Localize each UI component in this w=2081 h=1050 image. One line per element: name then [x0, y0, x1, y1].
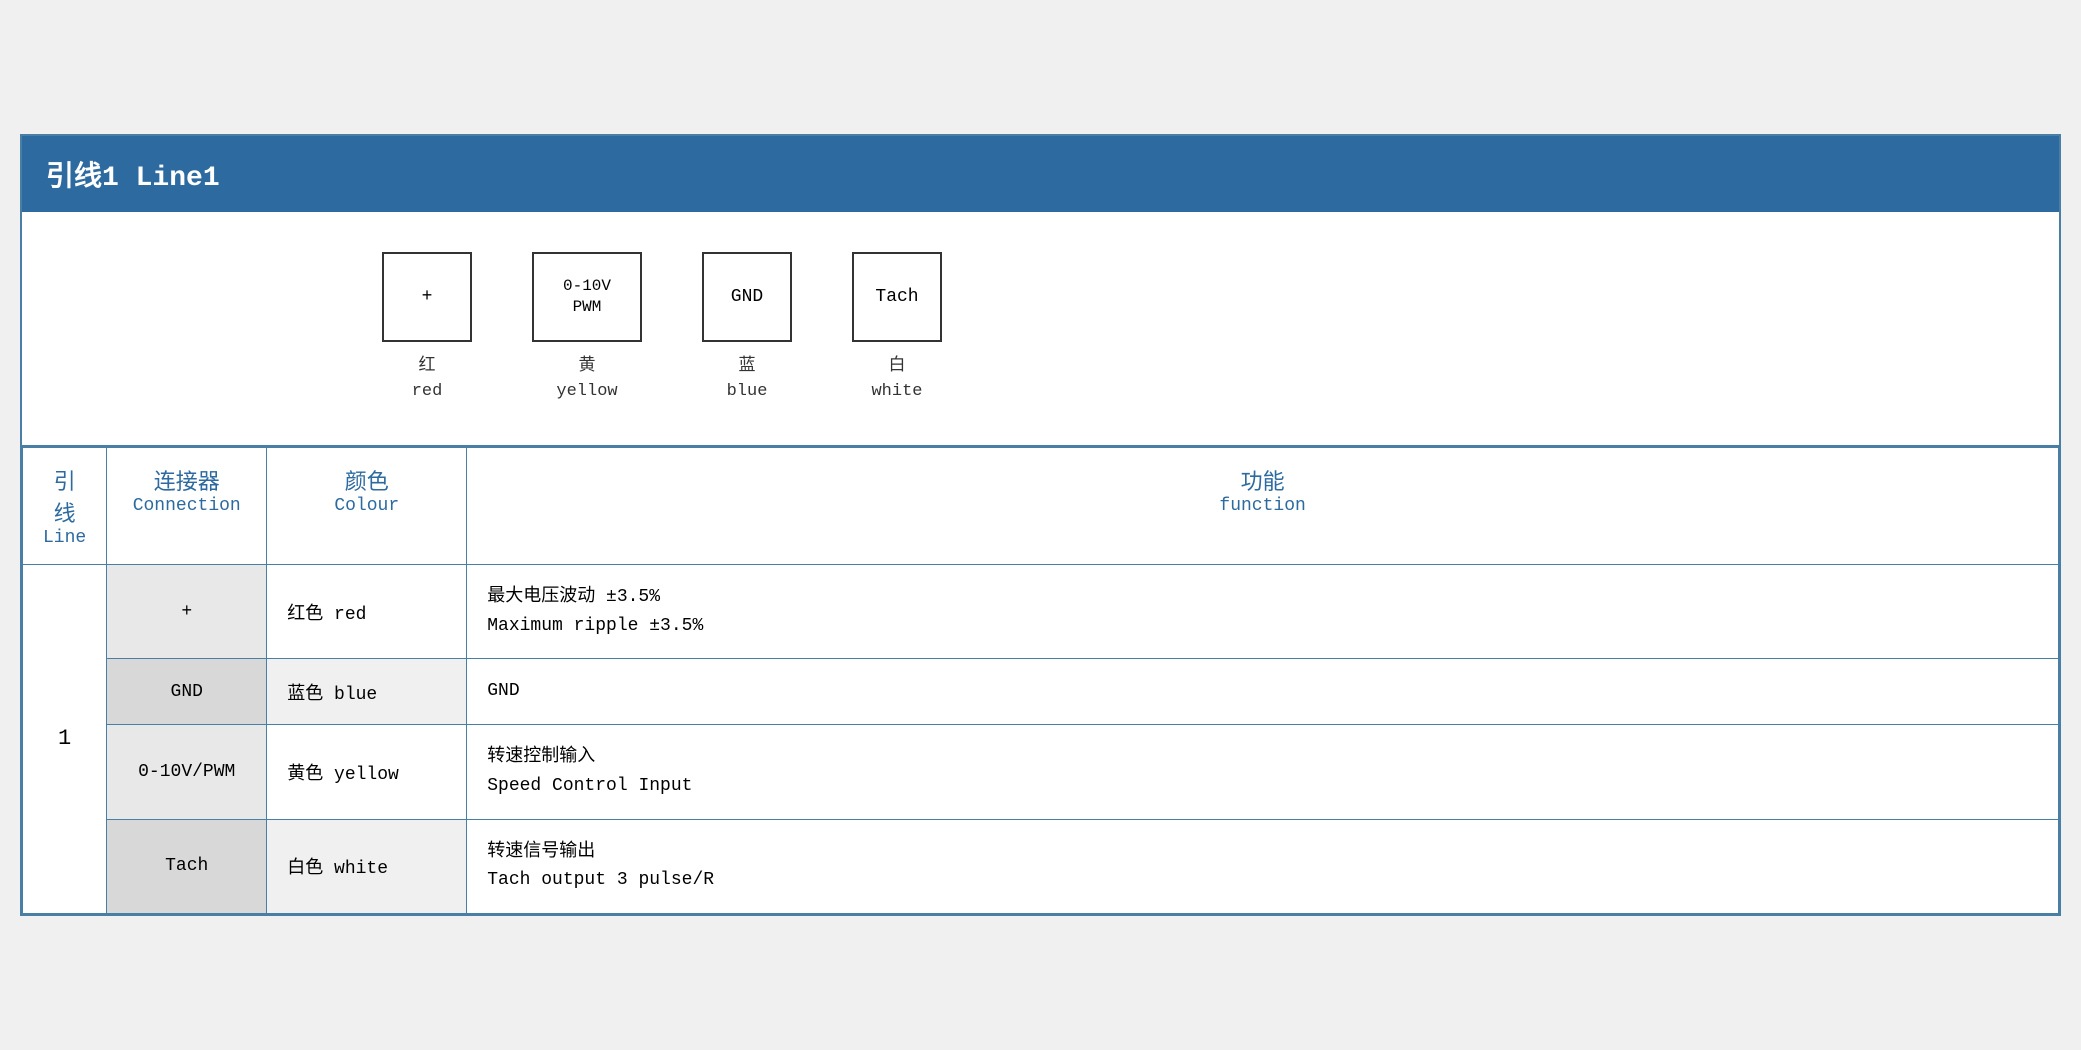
connector-box-plus: + [382, 252, 472, 342]
cell-connection-2: GND [107, 659, 267, 725]
cell-function-3: 转速控制输入 Speed Control Input [467, 725, 2059, 820]
connector-box-pwm: 0-10VPWM [532, 252, 642, 342]
connector-pwm: 0-10VPWM 黄yellow [532, 252, 642, 405]
cell-colour-3: 黄色 yellow [267, 725, 467, 820]
connector-tach: Tach 白white [852, 252, 942, 405]
table-header-row: 引线 Line 连接器 Connection 颜色 Colour 功能 func… [23, 447, 2059, 564]
cell-connection-3: 0-10V/PWM [107, 725, 267, 820]
header-connection: 连接器 Connection [107, 447, 267, 564]
table-row: 1 + 红色 red 最大电压波动 ±3.5% Maximum ripple ±… [23, 564, 2059, 659]
cell-function-4: 转速信号输出 Tach output 3 pulse/R [467, 819, 2059, 914]
table-row: 0-10V/PWM 黄色 yellow 转速控制输入 Speed Control… [23, 725, 2059, 820]
page-title: 引线1 Line1 [46, 163, 220, 194]
table-wrapper: 引线1 Line1 + 红red 0-10VPWM [20, 134, 2061, 917]
header-function: 功能 function [467, 447, 2059, 564]
connector-label-tach: 白white [871, 354, 922, 405]
diagram-row: + 红red 0-10VPWM 黄yellow [22, 212, 2059, 447]
title-row: 引线1 Line1 [22, 136, 2059, 212]
cell-function-2: GND [467, 659, 2059, 725]
data-table: 引线 Line 连接器 Connection 颜色 Colour 功能 func… [22, 447, 2059, 915]
cell-colour-2: 蓝色 blue [267, 659, 467, 725]
cell-colour-4: 白色 white [267, 819, 467, 914]
cell-line-1: 1 [23, 564, 107, 914]
cell-connection-1: + [107, 564, 267, 659]
cell-colour-1: 红色 red [267, 564, 467, 659]
connector-label-gnd: 蓝blue [727, 354, 768, 405]
main-container: 引线1 Line1 + 红red 0-10VPWM [20, 134, 2061, 917]
table-row: Tach 白色 white 转速信号输出 Tach output 3 pulse… [23, 819, 2059, 914]
table-row: GND 蓝色 blue GND [23, 659, 2059, 725]
header-colour: 颜色 Colour [267, 447, 467, 564]
connector-label-plus: 红red [412, 354, 443, 405]
cell-connection-4: Tach [107, 819, 267, 914]
connector-diagrams: + 红red 0-10VPWM 黄yellow [382, 252, 942, 405]
connector-label-pwm: 黄yellow [556, 354, 617, 405]
connector-box-gnd: GND [702, 252, 792, 342]
connector-gnd: GND 蓝blue [702, 252, 792, 405]
cell-function-1: 最大电压波动 ±3.5% Maximum ripple ±3.5% [467, 564, 2059, 659]
header-line: 引线 Line [23, 447, 107, 564]
connector-box-tach: Tach [852, 252, 942, 342]
connector-plus: + 红red [382, 252, 472, 405]
